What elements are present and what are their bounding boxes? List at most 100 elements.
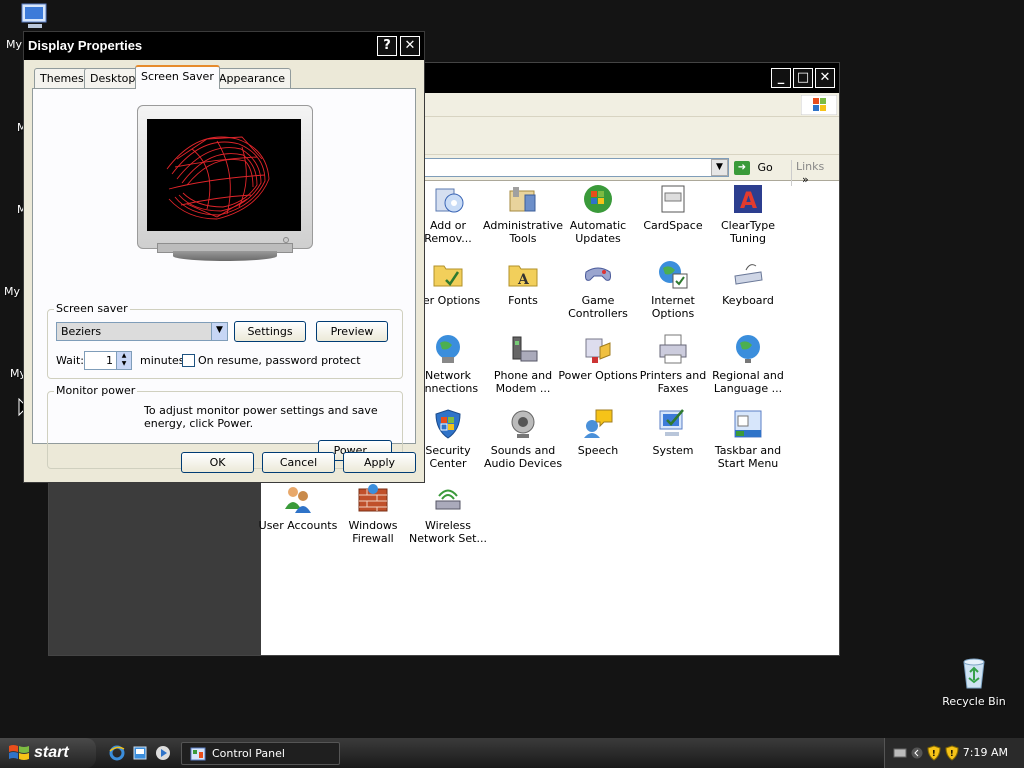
help-button[interactable]: ? [377,36,397,56]
cancel-button[interactable]: Cancel [262,452,335,473]
cp-item-game-controllers[interactable]: Game Controllers [558,258,638,320]
windows-update-icon [584,185,612,213]
close-button[interactable]: ✕ [815,68,835,88]
tab-desktop[interactable]: Desktop [84,68,142,88]
cp-item-wireless-network[interactable]: Wireless Network Set... [408,483,488,545]
desktop-icon-recycle-bin[interactable]: Recycle Bin [934,656,1014,708]
links-text: Links [796,160,825,173]
password-protect-checkbox[interactable] [182,354,195,367]
cp-item-taskbar-start-menu[interactable]: Taskbar and Start Menu [708,408,788,470]
cp-item-administrative-tools[interactable]: Administrative Tools [483,183,563,245]
cp-item-regional-language[interactable]: Regional and Language ... [708,333,788,395]
cp-item-label: System [652,444,694,457]
firewall-icon [358,484,388,512]
cp-item-system[interactable]: System [633,408,713,457]
tab-themes[interactable]: Themes [34,68,90,88]
keyboard-tray-icon[interactable] [893,747,907,759]
preview-button[interactable]: Preview [316,321,388,342]
folder-options-icon [433,265,463,287]
cp-item-label: Printers and Faxes [639,369,707,395]
fonts-icon: A [508,265,538,288]
minutes-label: minutes [140,354,185,367]
cp-item-label: Windows Firewall [348,519,398,545]
display-properties-dialog: Display Properties ? ✕ Themes Desktop Sc… [23,31,425,483]
cp-item-label: Administrative Tools [483,219,564,245]
cp-item-printers-faxes[interactable]: Printers and Faxes [633,333,713,395]
cp-item-sounds-audio[interactable]: Sounds and Audio Devices [483,408,563,470]
tab-appearance[interactable]: Appearance [213,68,292,88]
admin-tools-icon [509,187,536,212]
spinner-up-down-icon[interactable]: ▲ ▼ [116,352,131,369]
cleartype-icon: A [734,185,762,214]
taskbar-button-label: Control Panel [212,747,285,760]
cp-item-keyboard[interactable]: Keyboard [708,258,788,307]
tab-label: Themes [40,72,84,85]
tab-label: Screen Saver [141,70,214,83]
cp-item-label: Wireless Network Set... [409,519,487,545]
dialog-titlebar[interactable]: Display Properties ? ✕ [24,32,424,60]
media-player-icon[interactable] [155,745,171,761]
clock[interactable]: 7:19 AM [963,746,1008,759]
network-connections-icon [436,335,460,363]
minimize-button[interactable]: _ [771,68,791,88]
go-button[interactable]: ➜ Go [734,158,782,178]
screen-saver-preview-screen [147,119,301,231]
internet-options-icon [659,261,688,289]
address-dropdown-button[interactable]: ▼ [711,159,728,176]
tab-screen-saver[interactable]: Screen Saver [135,65,220,89]
apply-button[interactable]: Apply [343,452,416,473]
links-label[interactable]: Links » [791,160,839,186]
maximize-button[interactable]: □ [793,68,813,88]
cp-item-phone-modem[interactable]: Phone and Modem ... [483,333,563,395]
ok-button[interactable]: OK [181,452,254,473]
cp-item-windows-firewall[interactable]: Windows Firewall [333,483,413,545]
beziers-preview-icon [166,136,270,220]
chevron-left-icon[interactable] [911,746,923,760]
printer-icon [659,334,687,364]
speech-icon [584,409,613,438]
cp-item-fonts[interactable]: A Fonts [483,258,563,307]
cp-item-user-accounts[interactable]: User Accounts [258,483,338,532]
wait-minutes-input[interactable]: 1 ▲ ▼ [84,351,132,370]
svg-text:!: ! [950,749,954,758]
windows-flag-icon [9,745,29,760]
svg-text:A: A [740,189,757,214]
security-shield-tray-icon[interactable]: ! [945,745,959,761]
cp-item-automatic-updates[interactable]: Automatic Updates [558,183,638,245]
cp-item-label: Add or Remov... [424,219,472,245]
cp-item-label: Game Controllers [568,294,628,320]
preview-button-label: Preview [330,325,374,338]
windows-logo-icon [801,95,837,115]
cp-item-label: Automatic Updates [569,219,627,245]
monitor-power-led [283,237,289,243]
cp-item-label: Keyboard [722,294,774,307]
recycle-bin-icon [963,658,985,689]
show-desktop-icon[interactable] [132,745,148,761]
cp-item-label: Network onnections [417,369,479,395]
desktop-icon-label: My [6,38,23,51]
add-remove-programs-icon [435,188,464,213]
tab-label: Desktop [90,72,136,85]
wait-value: 1 [106,354,113,367]
monitor-power-description: To adjust monitor power settings and sav… [144,404,378,430]
cp-item-internet-options[interactable]: Internet Options [633,258,713,320]
cp-item-cardspace[interactable]: CardSpace [633,183,713,232]
computer-icon [21,3,47,28]
taskbar-button-control-panel[interactable]: Control Panel [181,742,340,765]
cp-item-power-options[interactable]: Power Options [558,333,638,382]
phone-modem-icon [512,336,538,362]
monitor-power-group-caption: Monitor power [54,384,138,397]
security-alert-icon[interactable]: ! [927,745,941,761]
ok-button-label: OK [209,456,226,469]
password-protect-label: On resume, password protect [198,354,361,367]
dialog-close-button[interactable]: ✕ [400,36,420,56]
svg-text:!: ! [932,749,936,758]
cp-item-cleartype-tuning[interactable]: A ClearType Tuning [708,183,788,245]
cp-item-speech[interactable]: Speech [558,408,638,457]
start-button[interactable]: start [0,738,96,768]
internet-explorer-icon[interactable] [109,745,125,761]
settings-button[interactable]: Settings [234,321,306,342]
screen-saver-select[interactable]: Beziers ▼ [56,322,228,341]
cp-item-label: Taskbar and Start Menu [714,444,782,470]
cp-item-label: Fonts [508,294,538,307]
